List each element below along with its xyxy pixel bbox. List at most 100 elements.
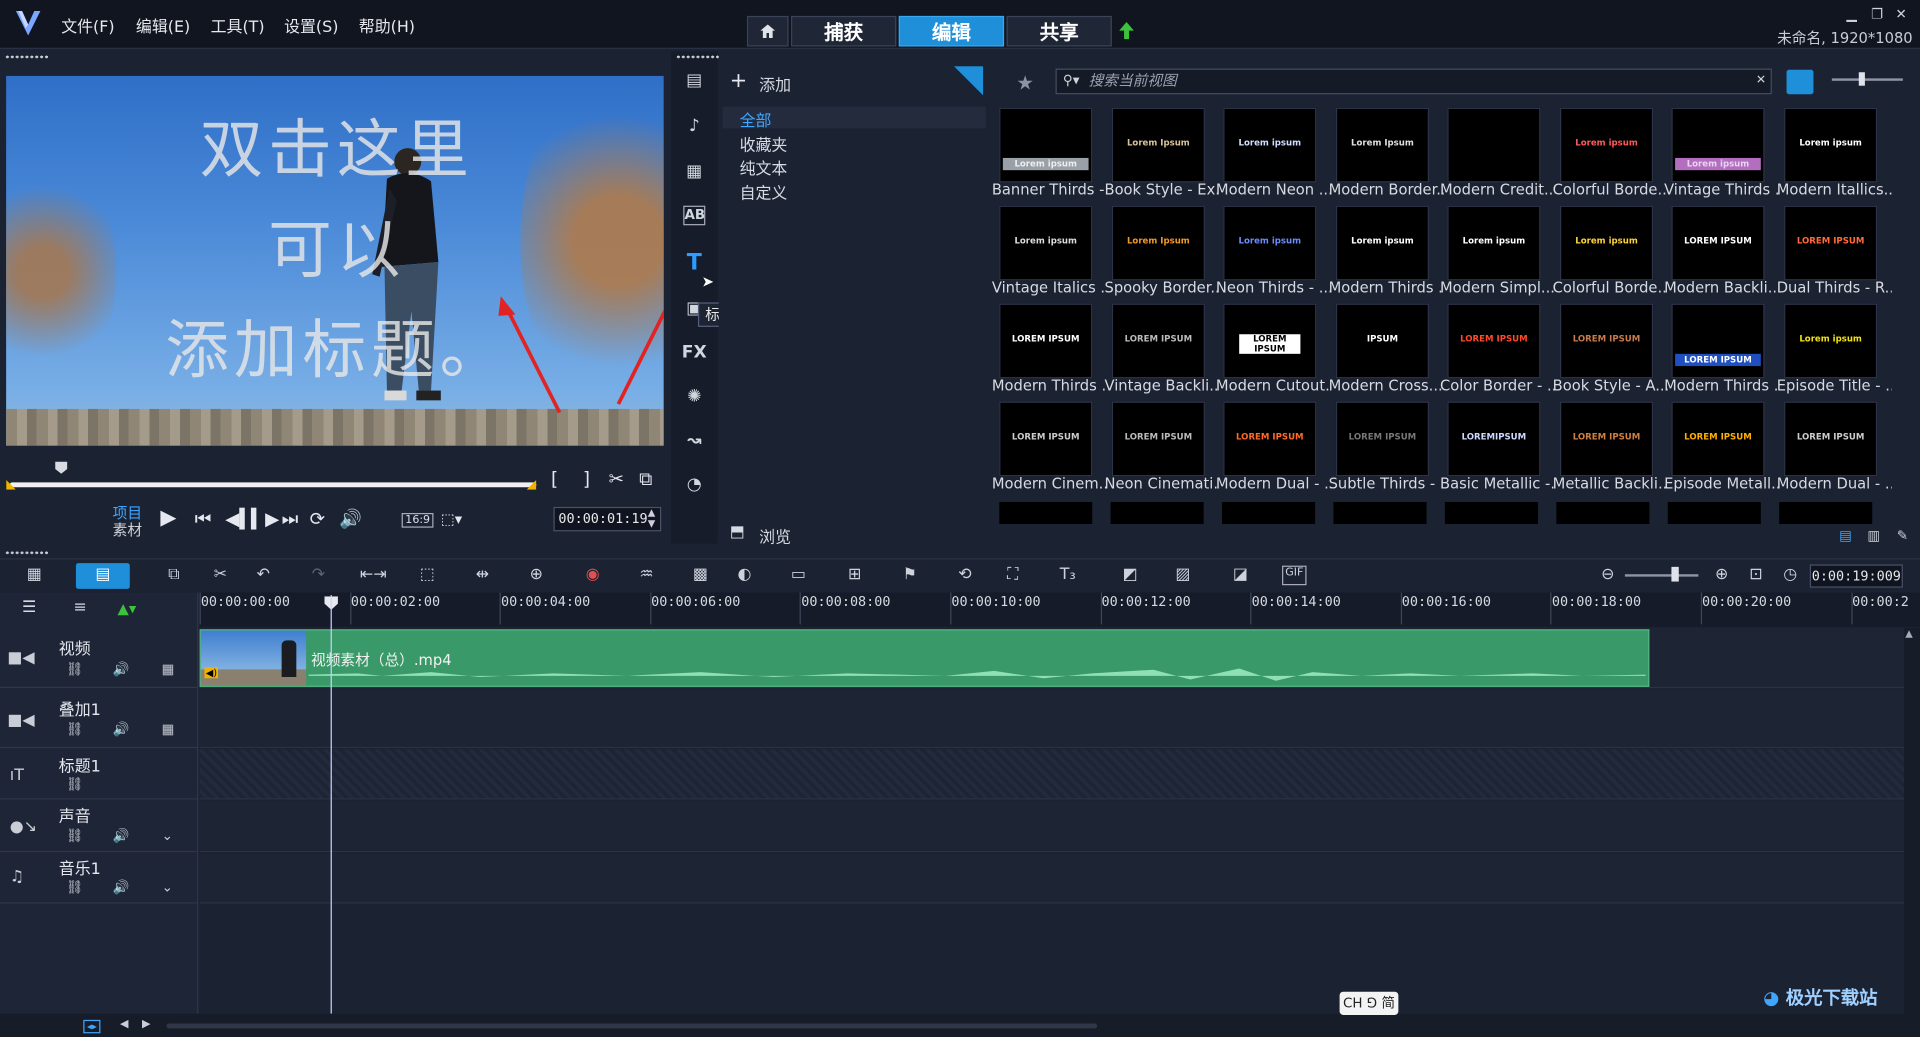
title-template-thumbnail[interactable]: LOREM IPSUM [1560, 303, 1654, 379]
title-template-thumbnail[interactable]: LOREM IPSUM [1223, 401, 1317, 477]
transition-icon[interactable]: ▦ [681, 162, 708, 189]
pan-zoom-icon[interactable]: ⛶ [1000, 566, 1024, 586]
edit-icon[interactable]: ✎ [1897, 528, 1908, 544]
title-template-thumbnail[interactable]: Lorem Ipsum [1335, 107, 1429, 183]
title-track[interactable] [199, 749, 1905, 800]
3d-title-icon[interactable]: T₃ [1056, 566, 1080, 586]
title-template-thumbnail[interactable]: LOREM IPSUM [1111, 401, 1205, 477]
timecode-field[interactable]: 00:00:01:19 [553, 506, 662, 532]
title-template-thumbnail[interactable]: LOREM IPSUM [1671, 401, 1765, 477]
split-trim-icon[interactable]: ⇹ [470, 566, 494, 586]
undo-icon[interactable]: ↶ [251, 566, 275, 586]
scroll-mode-icon[interactable]: ◂▸ [83, 1019, 101, 1034]
title-template-thumbnail[interactable]: Lorem ipsum [1335, 205, 1429, 281]
expand-icon[interactable]: ⌄ [162, 828, 173, 844]
title-template-thumbnail[interactable]: LOREM IPSUM [1671, 303, 1765, 379]
snapshot-icon[interactable]: ⬚ [415, 566, 439, 586]
overlay-track[interactable] [199, 689, 1905, 749]
menu-edit[interactable]: 编辑(E) [136, 13, 190, 36]
link-icon[interactable]: ⛓ [66, 828, 83, 844]
mask-icon[interactable]: ▩ [688, 566, 712, 586]
title-template-thumbnail[interactable]: Lorem Ipsum [1111, 107, 1205, 183]
link-icon[interactable]: ⛓ [66, 776, 83, 792]
speed-icon[interactable]: ◔ [681, 475, 708, 502]
title-template-thumbnail[interactable]: Lorem ipsum [1784, 303, 1878, 379]
color-icon[interactable]: ◩ [1118, 566, 1142, 586]
search-icon[interactable]: ⚲▾ [1063, 72, 1080, 88]
next-frame-icon[interactable]: ▍▶ [251, 508, 279, 530]
menu-help[interactable]: 帮助(H) [359, 13, 415, 36]
tree-item-favorites[interactable]: 收藏夹 [740, 132, 788, 155]
timecode-stepper-icon[interactable]: ▲ ▼ [648, 507, 656, 529]
link-icon[interactable]: ⛓ [66, 721, 83, 737]
title-template-thumbnail[interactable]: LOREMIPSUM [1447, 401, 1541, 477]
restore-icon[interactable]: ❐ [1871, 6, 1883, 22]
voice-track[interactable] [199, 800, 1905, 853]
title-template-thumbnail[interactable]: Lorem ipsum [1671, 107, 1765, 183]
title-template-thumbnail[interactable]: LOREM IPSUM [1560, 401, 1654, 477]
record-icon[interactable]: ◉ [580, 566, 604, 586]
panel-grip[interactable] [4, 550, 49, 555]
list-view-icon[interactable]: ▤ [1839, 528, 1852, 544]
zoom-out-icon[interactable]: ⊖ [1596, 566, 1620, 586]
scroll-left-icon[interactable]: ◀ [120, 1019, 128, 1031]
text-ab-icon[interactable]: AB [683, 205, 706, 226]
horizontal-scrollbar[interactable] [166, 1023, 1098, 1029]
play-icon[interactable]: ▶ [160, 506, 176, 530]
motion-icon[interactable]: ⚑ [898, 566, 922, 586]
redo-icon[interactable]: ↷ [306, 566, 330, 586]
title-template-thumbnail[interactable]: Lorem ipsum [1447, 205, 1541, 281]
vertical-scrollbar[interactable] [1904, 628, 1920, 1014]
title-template-thumbnail[interactable]: Lorem ipsum [999, 205, 1093, 281]
fit-icon[interactable]: ⇤⇥ [360, 566, 387, 586]
title-template-thumbnail[interactable]: LOREM IPSUM [1111, 303, 1205, 379]
timeline-view-icon[interactable]: ▤ [91, 566, 115, 586]
fx-icon[interactable]: FX [681, 343, 708, 370]
mark-in-icon[interactable]: [ [551, 468, 558, 490]
blend-icon[interactable]: ◐ [732, 566, 756, 586]
tree-item-plain-text[interactable]: 纯文本 [740, 155, 788, 178]
scroll-right-icon[interactable]: ▶ [142, 1019, 150, 1031]
tree-item-custom[interactable]: 自定义 [740, 180, 788, 203]
title-template-thumbnail[interactable]: LOREM IPSUM [1223, 303, 1317, 379]
playhead-line[interactable] [330, 595, 332, 1014]
menu-tools[interactable]: 工具(T) [211, 13, 265, 36]
storyboard-view-icon[interactable]: ▦ [22, 566, 46, 586]
multi-trim-icon[interactable]: ⊕ [524, 566, 548, 586]
thumb-size-slider[interactable] [1831, 78, 1903, 81]
clear-search-icon[interactable]: ✕ [1756, 73, 1766, 86]
search-input[interactable]: 搜索当前视图 [1055, 68, 1772, 95]
audio-icon[interactable]: ♒ [634, 566, 658, 586]
enlarge-icon[interactable]: ⧉ [639, 468, 652, 490]
thumb-size-handle[interactable] [1858, 72, 1865, 86]
tab-share[interactable]: 共享 [1006, 15, 1112, 47]
go-start-icon[interactable]: ⏮ [195, 508, 212, 530]
magic-icon[interactable]: ✺ [681, 387, 708, 414]
title-template-thumbnail[interactable]: IPSUM [1335, 303, 1429, 379]
tab-edit[interactable]: 编辑 [898, 15, 1005, 47]
expand-icon[interactable]: ⌄ [162, 879, 173, 895]
timeline-ruler[interactable] [199, 592, 1920, 627]
tree-item-all[interactable]: 全部 [740, 108, 772, 131]
browse-icon[interactable]: ⬒ [730, 523, 745, 541]
volume-icon[interactable]: 🔊 [339, 508, 362, 530]
browse-button[interactable]: 浏览 [759, 524, 791, 547]
title-template-thumbnail[interactable]: Lorem ipsum [1223, 205, 1317, 281]
clip-mode[interactable]: 素材 [113, 519, 142, 540]
title-template-thumbnail[interactable]: LOREM IPSUM [1784, 401, 1878, 477]
lut-icon[interactable]: ▨ [1171, 566, 1195, 586]
panel-grip[interactable] [675, 55, 721, 59]
minimize-icon[interactable]: ▁ [1847, 6, 1857, 22]
duplicate-icon[interactable]: ⧉ [162, 566, 186, 586]
mute-icon[interactable]: 🔊 [113, 879, 130, 895]
add-folder-button[interactable]: 添加 [759, 72, 791, 95]
grid-icon[interactable]: ▦ [162, 661, 175, 677]
mark-out-icon[interactable]: ] [583, 468, 590, 490]
title-template-thumbnail[interactable]: Lorem ipsum [1223, 107, 1317, 183]
close-icon[interactable]: ✕ [1896, 6, 1907, 22]
view-mode-icon[interactable] [1786, 69, 1814, 95]
title-template-thumbnail[interactable]: LOREM IPSUM [1671, 205, 1765, 281]
mute-icon[interactable]: 🔊 [113, 661, 130, 677]
preview-canvas[interactable]: 双击这里 可以 添加标题。 [6, 75, 664, 446]
speed-ramp-icon[interactable]: ◪ [1228, 566, 1252, 586]
